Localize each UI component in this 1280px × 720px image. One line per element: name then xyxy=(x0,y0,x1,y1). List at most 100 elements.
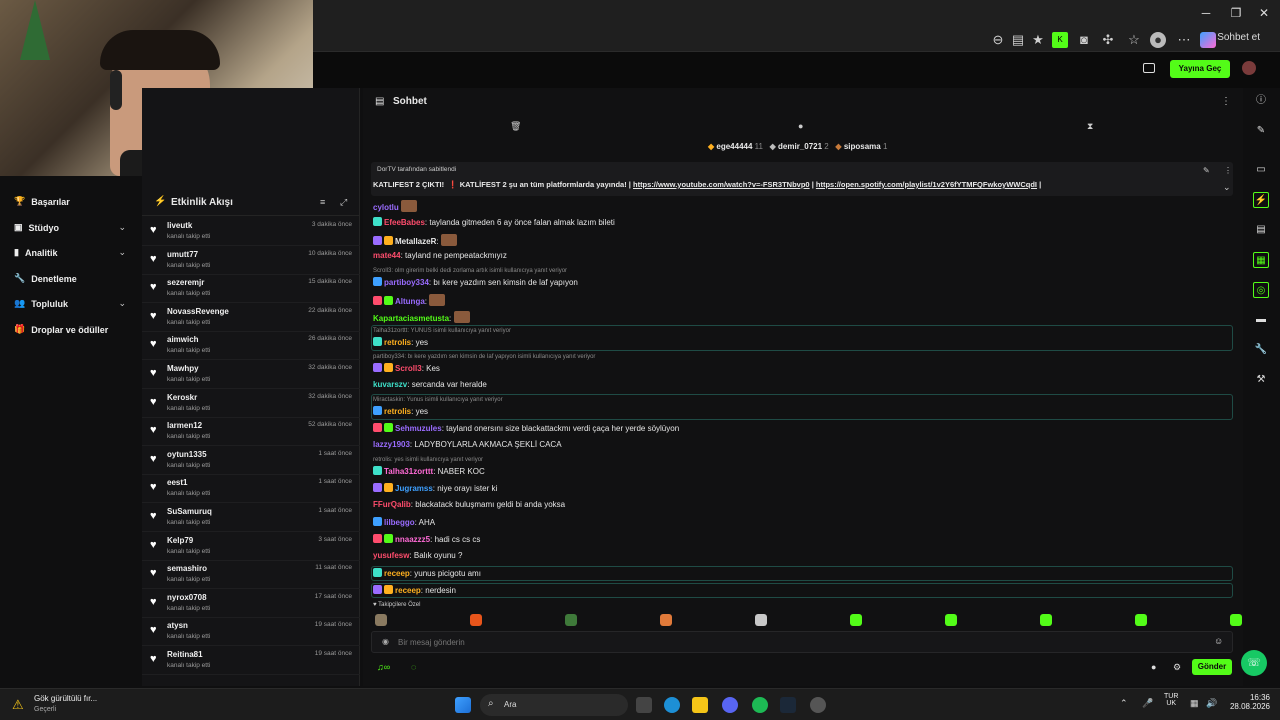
screen-icon[interactable]: ▭ xyxy=(1253,162,1269,178)
app-icon[interactable] xyxy=(810,697,826,713)
lightning-icon[interactable]: ⚡ xyxy=(1253,192,1269,208)
gifter-name[interactable]: ege44444 xyxy=(716,142,752,151)
copilot-icon[interactable] xyxy=(1200,32,1216,48)
chat-message[interactable]: mate44: tayland ne pempeatackmıyız xyxy=(373,251,507,260)
clock[interactable]: 16:36 28.08.2026 xyxy=(1226,693,1270,711)
activity-row[interactable]: ♥ nyrox0708 kanalı takip etti 17 saat önce xyxy=(142,590,360,618)
chat-message[interactable]: cylotlu xyxy=(373,200,418,212)
chat-message[interactable]: retrolis: yes xyxy=(373,406,428,416)
sohbet-et-button[interactable]: Sohbet et xyxy=(1217,32,1260,43)
activity-row[interactable]: ♥ NovassRevenge kanalı takip etti 22 dakika… xyxy=(142,304,360,332)
target-icon[interactable]: ◎ xyxy=(1253,282,1269,298)
volume-icon[interactable]: 🔊 xyxy=(1206,698,1217,709)
activity-row[interactable]: ♥ sezeremjr kanalı takip etti 15 dakika önc… xyxy=(142,275,360,304)
weather-title[interactable]: Gök gürültülü fır... xyxy=(34,694,97,703)
chat-message[interactable]: nnaazzz5: hadi cs cs cs xyxy=(373,534,480,544)
emote-icon[interactable] xyxy=(1040,614,1052,626)
chat-input[interactable] xyxy=(398,635,1178,649)
support-chat-icon[interactable]: ☏ xyxy=(1241,650,1267,676)
more-icon[interactable]: ⋮ xyxy=(1224,166,1232,175)
chat-message[interactable]: MetallazeR: xyxy=(373,234,457,246)
nav-item-droplar[interactable]: 🎁 Droplar ve ödüller xyxy=(14,324,108,335)
activity-row[interactable]: ♥ liveutk kanalı takip etti 3 dakika önce xyxy=(142,218,360,246)
chat-message[interactable]: kuvarszv: sercanda var heralde xyxy=(373,380,487,389)
chat-username[interactable]: yusufesw xyxy=(373,551,409,560)
chat-message[interactable]: Jugramss: niye orayı ister ki xyxy=(373,483,497,493)
steam-icon[interactable] xyxy=(780,697,796,713)
chat-username[interactable]: receep xyxy=(384,569,410,578)
info-icon[interactable]: ⓘ xyxy=(1253,93,1269,109)
chat-message[interactable]: receep: yunus picigotu amı xyxy=(373,568,481,578)
more-icon[interactable]: ⋯ xyxy=(1176,32,1192,48)
activity-username[interactable]: eest1 xyxy=(167,478,187,487)
activity-row[interactable]: ♥ larmen12 kanalı takip etti 52 dakika önce xyxy=(142,418,360,447)
activity-row[interactable]: ♥ Reitina81 kanalı takip etti 19 saat önce xyxy=(142,647,360,675)
pinned-link[interactable]: https://www.youtube.com/watch?v=-FSR3TNb… xyxy=(633,180,810,189)
gear-icon[interactable]: ⚙ xyxy=(1173,662,1181,673)
document-icon[interactable]: ▤ xyxy=(1253,222,1269,238)
emote-icon[interactable] xyxy=(1135,614,1147,626)
chat-username[interactable]: retrolis xyxy=(384,338,411,347)
activity-row[interactable]: ♥ eest1 kanalı takip etti 1 saat önce xyxy=(142,475,360,504)
filter-icon[interactable]: ≡ xyxy=(320,197,325,207)
chat-username[interactable]: mate44 xyxy=(373,251,401,260)
hourglass-icon[interactable]: ⧗ xyxy=(1087,121,1093,132)
activity-username[interactable]: nyrox0708 xyxy=(167,593,207,602)
speech-icon[interactable]: ● xyxy=(798,121,803,131)
chat-username[interactable]: retrolis xyxy=(384,407,411,416)
go-live-button[interactable]: Yayına Geç xyxy=(1170,60,1230,78)
emote-icon[interactable] xyxy=(850,614,862,626)
chat-username[interactable]: Sehmuzules xyxy=(395,424,442,433)
close-icon[interactable]: ✕ xyxy=(1254,6,1274,20)
extension-icon[interactable]: ◙ xyxy=(1076,32,1092,48)
reader-icon[interactable]: ▤ xyxy=(1010,32,1026,48)
activity-username[interactable]: umutt77 xyxy=(167,250,198,259)
nav-item-denetleme[interactable]: 🔧 Denetleme xyxy=(14,273,77,284)
chat-username[interactable]: EfeeBabes xyxy=(384,218,425,227)
chat-username[interactable]: Altunga xyxy=(395,297,425,306)
activity-username[interactable]: atysn xyxy=(167,621,188,630)
nav-item-studyo[interactable]: ▣ Stüdyo xyxy=(14,222,59,233)
chat-message[interactable]: EfeeBabes: taylanda gitmeden 6 ay önce f… xyxy=(373,217,615,227)
chat-message[interactable]: Scroll3: Kes xyxy=(373,363,440,373)
chevron-up-icon[interactable]: ⌃ xyxy=(1120,698,1128,709)
activity-username[interactable]: Reitina81 xyxy=(167,650,203,659)
chat-message[interactable]: Sehmuzules: tayland onersını size blacka… xyxy=(373,423,679,433)
send-button[interactable]: Gönder xyxy=(1192,659,1232,675)
music-icon[interactable]: ♫∞ xyxy=(377,662,390,672)
chat-username[interactable]: Kapartaciasmetusta xyxy=(373,314,449,323)
nav-item-basarilar[interactable]: 🏆 Başarılar xyxy=(14,196,70,207)
chat-username[interactable]: nnaazzz5 xyxy=(395,535,430,544)
more-icon[interactable]: ⋮ xyxy=(1221,96,1231,107)
emote-icon[interactable] xyxy=(755,614,767,626)
emote-icon[interactable] xyxy=(660,614,672,626)
chevron-down-icon[interactable]: ⌄ xyxy=(1223,182,1231,193)
chat-message[interactable]: lazzy1903: LADYBOYLARLA AKMACA ŞEKLİ CAC… xyxy=(373,440,562,449)
activity-username[interactable]: liveutk xyxy=(167,221,192,230)
chat-username[interactable]: lilbeggo xyxy=(384,518,415,527)
emote-icon[interactable] xyxy=(375,614,387,626)
windows-start-icon[interactable] xyxy=(455,697,471,713)
activity-username[interactable]: oytun1335 xyxy=(167,450,207,459)
chat-message[interactable]: Altunga: xyxy=(373,294,446,306)
activity-row[interactable]: ♥ Kelp79 kanalı takip etti 3 saat önce xyxy=(142,533,360,561)
emoji-icon[interactable]: ☺ xyxy=(1214,636,1223,646)
chat-message[interactable]: yusufesw: Balık oyunu ? xyxy=(373,551,462,560)
chat-message[interactable]: receep: nerdesin xyxy=(373,585,456,595)
chat-username[interactable]: MetallazeR xyxy=(395,237,436,246)
trash-icon[interactable]: 🗑 xyxy=(510,121,521,132)
favorites-icon[interactable]: ☆ xyxy=(1126,32,1142,48)
chat-message[interactable]: retrolis: yes xyxy=(373,337,428,347)
activity-row[interactable]: ♥ Keroskr kanalı takip etti 32 dakika önce xyxy=(142,390,360,418)
chat-username[interactable]: cylotlu xyxy=(373,203,399,212)
activity-username[interactable]: larmen12 xyxy=(167,421,202,430)
activity-row[interactable]: ♥ semashiro kanalı takip etti 11 saat önce xyxy=(142,561,360,590)
nav-item-analitik[interactable]: ▮ Analitik xyxy=(14,247,57,258)
chat-username[interactable]: Scroll3 xyxy=(395,364,422,373)
chevron-down-icon[interactable]: ⌄ xyxy=(118,298,126,309)
explorer-icon[interactable] xyxy=(692,697,708,713)
emote-icon[interactable] xyxy=(945,614,957,626)
chat-message[interactable]: FFurQalib: blackatack buluşmamı geldi bi… xyxy=(373,500,565,509)
kick-extension-icon[interactable]: K xyxy=(1052,32,1068,48)
network-icon[interactable]: ▦ xyxy=(1190,698,1199,709)
